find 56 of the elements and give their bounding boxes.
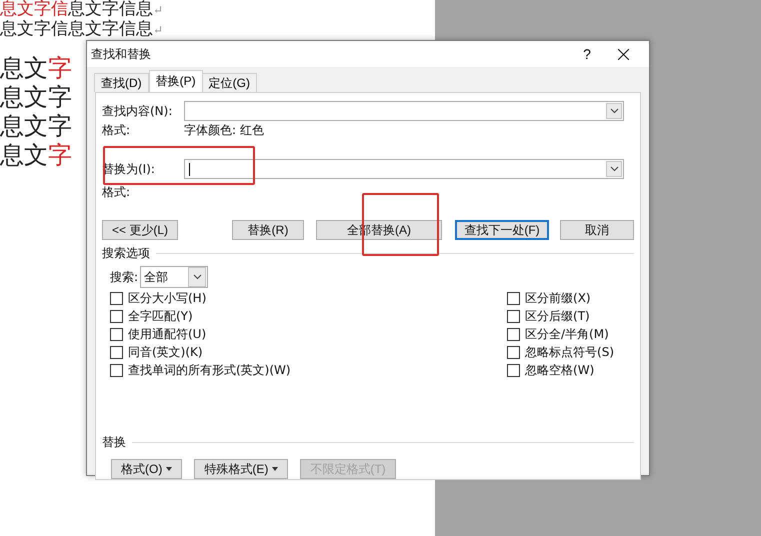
- chevron-down-icon: [610, 108, 618, 114]
- format-label: 格式:: [102, 122, 132, 138]
- format-value: 字体颜色: 红色: [184, 122, 264, 138]
- checkbox-label: 区分全/半角(M): [525, 326, 609, 342]
- help-button[interactable]: ?: [569, 41, 605, 67]
- section-heading: 替换: [102, 434, 126, 451]
- dropdown-button[interactable]: [606, 103, 622, 119]
- chevron-down-icon: [192, 274, 202, 280]
- checkbox[interactable]: [110, 346, 123, 358]
- checkbox[interactable]: [110, 310, 123, 322]
- field-label: 查找内容(N):: [102, 102, 174, 120]
- checkbox[interactable]: [507, 346, 520, 358]
- checkbox[interactable]: [110, 328, 123, 340]
- document-text: 息文: [0, 54, 48, 82]
- dialog-button[interactable]: 查找下一处(F): [455, 220, 549, 240]
- document-text: 息文字: [0, 83, 72, 111]
- chevron-down-icon: [610, 166, 618, 172]
- format-menu-button[interactable]: 格式(O): [111, 459, 182, 479]
- tab[interactable]: 查找(D): [94, 73, 149, 92]
- checkbox[interactable]: [110, 292, 123, 304]
- section-heading: 搜索选项: [102, 245, 150, 262]
- checkbox-label: 忽略空格(W): [525, 362, 594, 378]
- checkbox[interactable]: [507, 328, 520, 340]
- checkbox[interactable]: [110, 364, 123, 376]
- dropdown-button[interactable]: [606, 161, 622, 177]
- checkbox-label: 区分大小写(H): [128, 290, 206, 306]
- document-text: 字: [48, 141, 72, 169]
- document-text: 字: [48, 54, 72, 82]
- paragraph-mark: ↵: [153, 3, 164, 17]
- dialog-button[interactable]: << 更少(L): [102, 220, 178, 240]
- checkbox-label: 区分前缀(X): [525, 290, 591, 306]
- search-direction-select[interactable]: 全部: [140, 266, 208, 288]
- checkbox[interactable]: [507, 310, 520, 322]
- close-icon: [618, 48, 628, 60]
- tab[interactable]: 替换(P): [148, 70, 203, 92]
- dialog-button[interactable]: 替换(R): [232, 220, 304, 240]
- checkbox-label: 区分后缀(T): [525, 308, 590, 324]
- format-label: 格式:: [102, 184, 132, 200]
- checkbox-label: 使用通配符(U): [128, 326, 206, 342]
- find-field[interactable]: [184, 101, 624, 121]
- dialog-title: 查找和替换: [91, 46, 152, 62]
- format-menu-button[interactable]: 特殊格式(E): [194, 459, 288, 479]
- paragraph-mark: ↵: [153, 23, 164, 37]
- replace-field[interactable]: [184, 159, 624, 179]
- search-label: 搜索:: [110, 268, 138, 286]
- checkbox[interactable]: [507, 364, 520, 376]
- tab[interactable]: 定位(G): [202, 73, 257, 92]
- document-text: 息文字: [0, 112, 72, 140]
- document-text: 息文: [0, 141, 48, 169]
- checkbox-label: 忽略标点符号(S): [525, 344, 614, 360]
- document-text: 息文字信息文字信息: [0, 19, 153, 39]
- checkbox-label: 全字匹配(Y): [128, 308, 193, 324]
- checkbox-label: 同音(英文)(K): [128, 344, 203, 360]
- checkbox[interactable]: [507, 292, 520, 304]
- dialog-button[interactable]: 取消: [560, 220, 634, 240]
- checkbox-label: 查找单词的所有形式(英文)(W): [128, 362, 291, 378]
